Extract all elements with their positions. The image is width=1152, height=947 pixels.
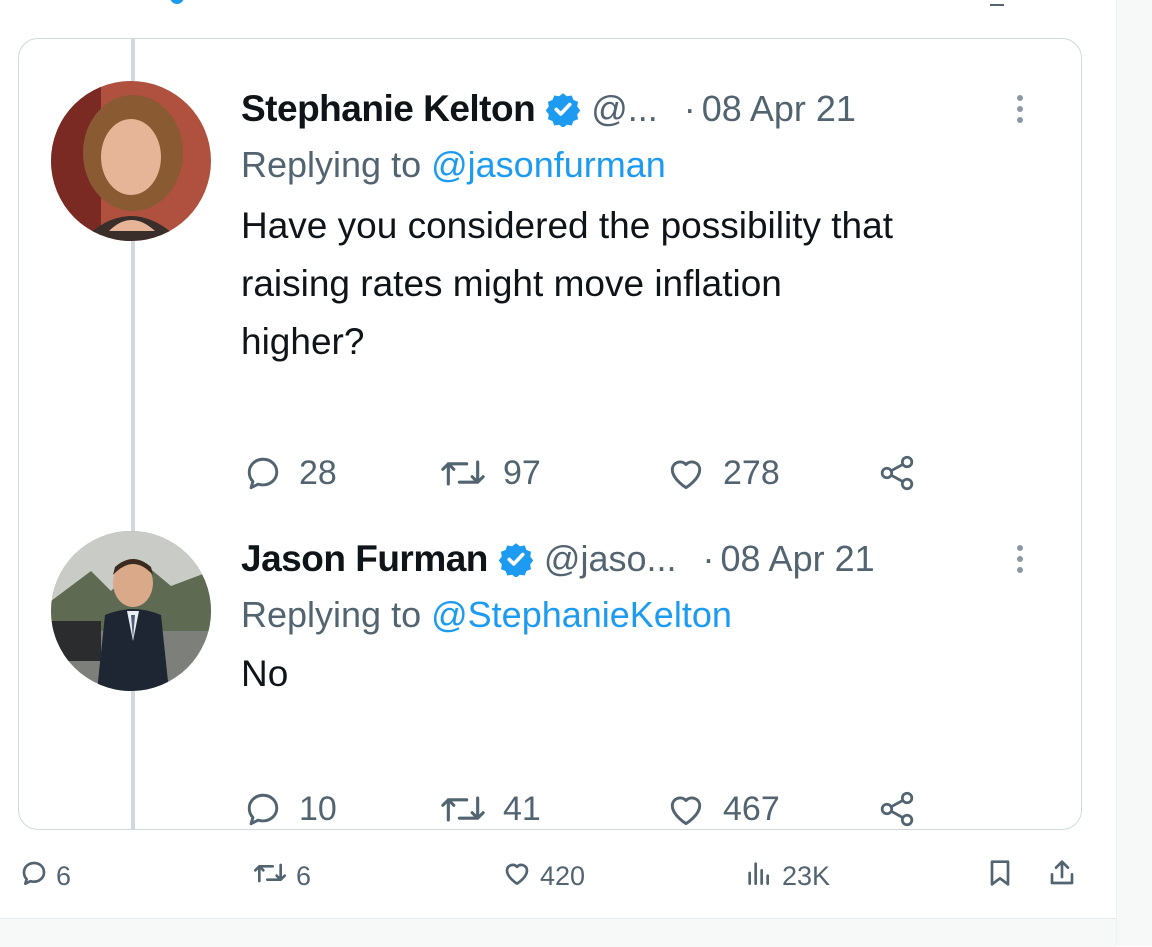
share-icon <box>875 451 919 495</box>
more-icon[interactable] <box>1017 545 1051 573</box>
verified-badge-icon <box>498 541 534 578</box>
retweet-button[interactable]: 41 <box>437 787 663 829</box>
replying-to: Replying to @jasonfurman <box>241 137 1051 193</box>
retweet-icon <box>437 787 489 829</box>
like-count: 467 <box>723 789 780 828</box>
top-accent-mark <box>170 0 184 4</box>
share-upload-button[interactable] <box>1046 856 1078 896</box>
reply-count: 28 <box>299 453 337 492</box>
quoted-thread-card[interactable]: Stephanie Kelton @... · 08 Apr 21 Replyi… <box>18 38 1082 830</box>
tweet-text-line: raising rates might move inflation <box>241 263 782 304</box>
reply-icon <box>18 857 50 896</box>
like-icon <box>663 451 709 495</box>
retweet-count: 97 <box>503 453 541 492</box>
author-name[interactable]: Stephanie Kelton <box>241 88 536 130</box>
share-button[interactable] <box>875 451 919 495</box>
bookmark-button[interactable] <box>984 856 1016 896</box>
views-button[interactable]: 23K <box>742 856 830 896</box>
author-handle[interactable]: @... <box>591 88 658 130</box>
bookmark-icon <box>984 857 1016 896</box>
views-count: 23K <box>782 860 831 891</box>
share-icon <box>875 787 919 829</box>
tweet-body: Jason Furman @jaso... · 08 Apr 21 Replyi… <box>241 531 1051 703</box>
reply-button[interactable]: 6 <box>18 856 71 896</box>
like-icon <box>663 787 709 829</box>
tweet-actions: 28 97 278 <box>241 451 919 495</box>
reply-count: 10 <box>299 789 337 828</box>
share-button[interactable] <box>875 787 919 829</box>
replying-to-label: Replying to <box>241 594 432 635</box>
replying-to-mention[interactable]: @jasonfurman <box>431 144 666 185</box>
upload-icon <box>1046 857 1078 896</box>
replying-to-label: Replying to <box>241 144 432 185</box>
reply-count: 6 <box>56 860 72 891</box>
separator-dot: · <box>702 538 715 579</box>
post-action-bar: 6 6 420 23K <box>0 856 1116 896</box>
retweet-icon <box>250 857 290 896</box>
avatar[interactable] <box>51 81 211 241</box>
like-button[interactable]: 278 <box>663 451 875 495</box>
author-handle[interactable]: @jaso... <box>544 538 677 580</box>
separator-dot: · <box>683 88 696 129</box>
like-count: 420 <box>540 860 586 891</box>
tweet-date[interactable]: 08 Apr 21 <box>721 538 875 580</box>
avatar[interactable] <box>51 531 211 691</box>
reply-icon <box>241 787 285 829</box>
author-name[interactable]: Jason Furman <box>241 538 488 580</box>
retweet-count: 6 <box>296 860 312 891</box>
views-icon <box>742 857 776 896</box>
like-count: 278 <box>723 453 780 492</box>
right-panel-strip <box>1116 0 1152 946</box>
tweet-header: Jason Furman @jaso... · 08 Apr 21 <box>241 531 1051 587</box>
tweet-text: No <box>241 645 1051 703</box>
like-button[interactable]: 467 <box>663 787 875 829</box>
tweet-text-line: No <box>241 653 289 694</box>
top-icon-fragment <box>990 0 1004 6</box>
tweet-actions: 10 41 467 <box>241 787 919 829</box>
retweet-button[interactable]: 6 <box>250 856 311 896</box>
tweet-text: Have you considered the possibility that… <box>241 197 1051 371</box>
more-icon[interactable] <box>1017 95 1051 123</box>
retweet-button[interactable]: 97 <box>437 451 663 495</box>
like-button[interactable]: 420 <box>500 856 585 896</box>
reply-button[interactable]: 28 <box>241 451 437 495</box>
tweet-date[interactable]: 08 Apr 21 <box>702 88 856 130</box>
retweet-count: 41 <box>503 789 541 828</box>
replying-to-mention[interactable]: @StephanieKelton <box>431 594 732 635</box>
tweet-text-line: higher? <box>241 321 365 362</box>
reply-button[interactable]: 10 <box>241 787 437 829</box>
tweet-body: Stephanie Kelton @... · 08 Apr 21 Replyi… <box>241 81 1051 371</box>
tweet-header: Stephanie Kelton @... · 08 Apr 21 <box>241 81 1051 137</box>
reply-icon <box>241 451 285 495</box>
replying-to: Replying to @StephanieKelton <box>241 587 1051 643</box>
tweet-text-line: Have you considered the possibility that <box>241 205 893 246</box>
retweet-icon <box>437 451 489 495</box>
bottom-divider-band <box>0 918 1116 947</box>
verified-badge-icon <box>545 91 581 128</box>
like-icon <box>500 857 534 896</box>
